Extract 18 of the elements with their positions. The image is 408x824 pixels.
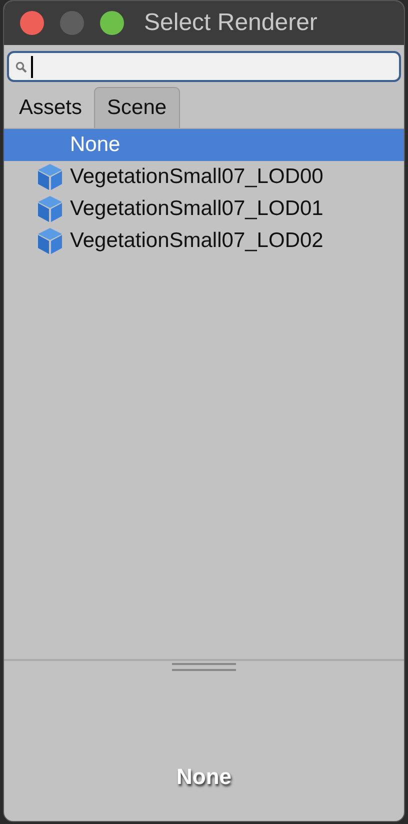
close-button[interactable] bbox=[20, 11, 44, 35]
window-title: Select Renderer bbox=[144, 8, 318, 38]
zoom-button[interactable] bbox=[100, 11, 124, 35]
list-item[interactable]: VegetationSmall07_LOD02 bbox=[4, 225, 404, 257]
list-item[interactable]: VegetationSmall07_LOD01 bbox=[4, 193, 404, 225]
preview-label: None bbox=[176, 763, 232, 791]
list-item[interactable]: None bbox=[4, 129, 404, 161]
cube-icon bbox=[36, 227, 64, 255]
resize-handle[interactable] bbox=[172, 663, 236, 671]
cube-icon bbox=[36, 163, 64, 191]
list-item[interactable]: VegetationSmall07_LOD00 bbox=[4, 161, 404, 193]
minimize-button[interactable] bbox=[60, 11, 84, 35]
search-field[interactable] bbox=[7, 51, 401, 82]
search-icon bbox=[15, 60, 27, 72]
tab[interactable]: Assets bbox=[7, 87, 94, 128]
text-cursor bbox=[31, 56, 33, 78]
tab[interactable]: Scene bbox=[94, 87, 180, 128]
cube-icon bbox=[36, 195, 64, 223]
